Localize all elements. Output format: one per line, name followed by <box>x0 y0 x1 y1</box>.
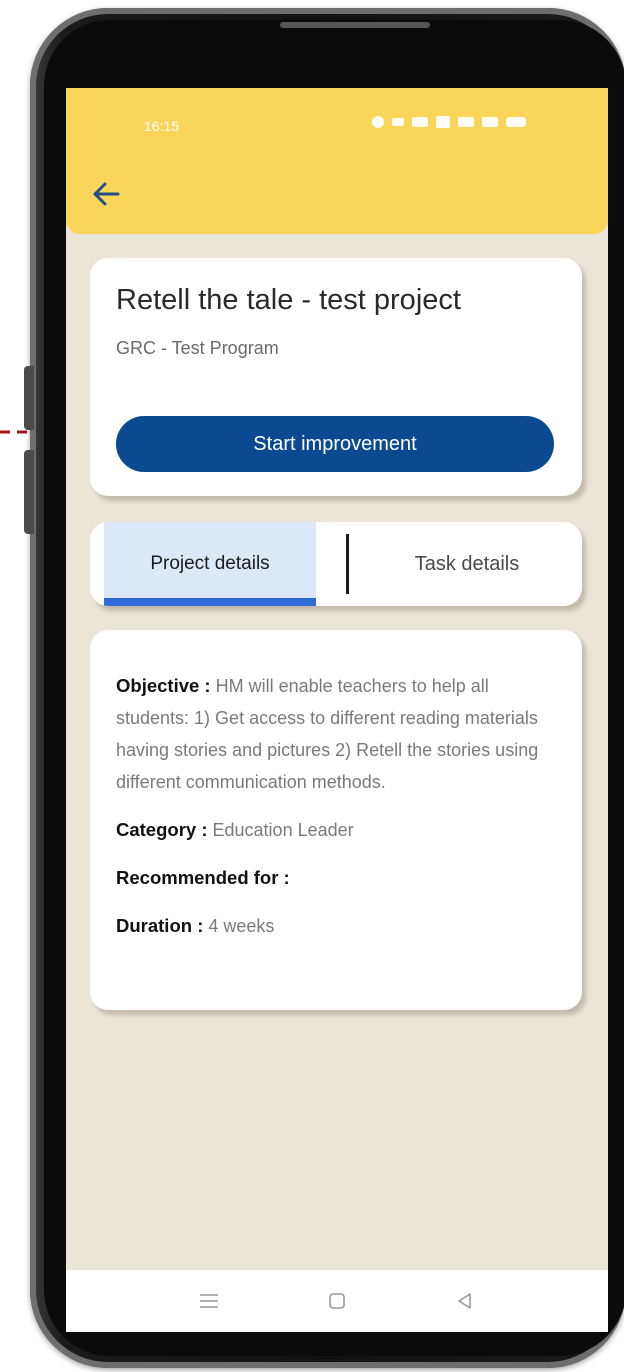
signal-icon <box>458 117 474 127</box>
battery-icon <box>506 117 526 127</box>
menu-icon <box>200 1294 218 1308</box>
objective-row: Objective : HM will enable teachers to h… <box>116 670 556 798</box>
home-button[interactable] <box>320 1284 354 1318</box>
duration-value: 4 weeks <box>208 916 275 936</box>
phone-screen: 16:15 Retell the tale - test project GRC… <box>66 88 608 1332</box>
volume-up-button <box>24 366 34 430</box>
project-title: Retell the tale - test project <box>116 284 461 316</box>
active-tab-indicator <box>104 598 316 606</box>
arrow-left-icon <box>93 182 120 206</box>
status-icons <box>372 116 526 128</box>
category-label: Category : <box>116 819 208 840</box>
system-nav-bar <box>66 1270 608 1332</box>
duration-row: Duration : 4 weeks <box>116 910 556 942</box>
menu-button[interactable] <box>192 1284 226 1318</box>
signal-2-icon <box>482 117 498 127</box>
stage: 16:15 Retell the tale - test project GRC… <box>0 0 624 1372</box>
details-content: Objective : HM will enable teachers to h… <box>116 670 556 958</box>
data-icon <box>436 116 450 128</box>
program-name: GRC - Test Program <box>116 338 279 358</box>
mute-icon <box>392 118 404 126</box>
status-bar: 16:15 <box>66 88 608 168</box>
home-square-icon <box>329 1293 345 1309</box>
project-summary-card: Retell the tale - test project GRC - Tes… <box>90 258 582 496</box>
objective-label: Objective : <box>116 675 211 696</box>
back-triangle-icon <box>458 1293 471 1309</box>
app-header: 16:15 <box>66 88 608 234</box>
recommended-label: Recommended for : <box>116 867 290 888</box>
category-value: Education Leader <box>212 820 354 840</box>
wifi-icon <box>412 117 428 127</box>
start-improvement-button[interactable]: Start improvement <box>116 416 554 472</box>
recommended-row: Recommended for : <box>116 862 556 894</box>
category-row: Category : Education Leader <box>116 814 556 846</box>
tab-divider <box>346 534 349 594</box>
status-time: 16:15 <box>144 118 180 134</box>
tab-project-details[interactable]: Project details <box>104 522 316 606</box>
project-details-card: Objective : HM will enable teachers to h… <box>90 630 582 1010</box>
duration-label: Duration : <box>116 915 204 936</box>
system-back-button[interactable] <box>448 1284 482 1318</box>
alarm-icon <box>372 116 384 128</box>
back-button[interactable] <box>84 172 128 216</box>
speaker-notch <box>280 22 430 28</box>
tab-task-details[interactable]: Task details <box>352 522 582 606</box>
volume-down-button <box>24 450 34 534</box>
detail-tabs: Project details Task details <box>90 522 582 606</box>
